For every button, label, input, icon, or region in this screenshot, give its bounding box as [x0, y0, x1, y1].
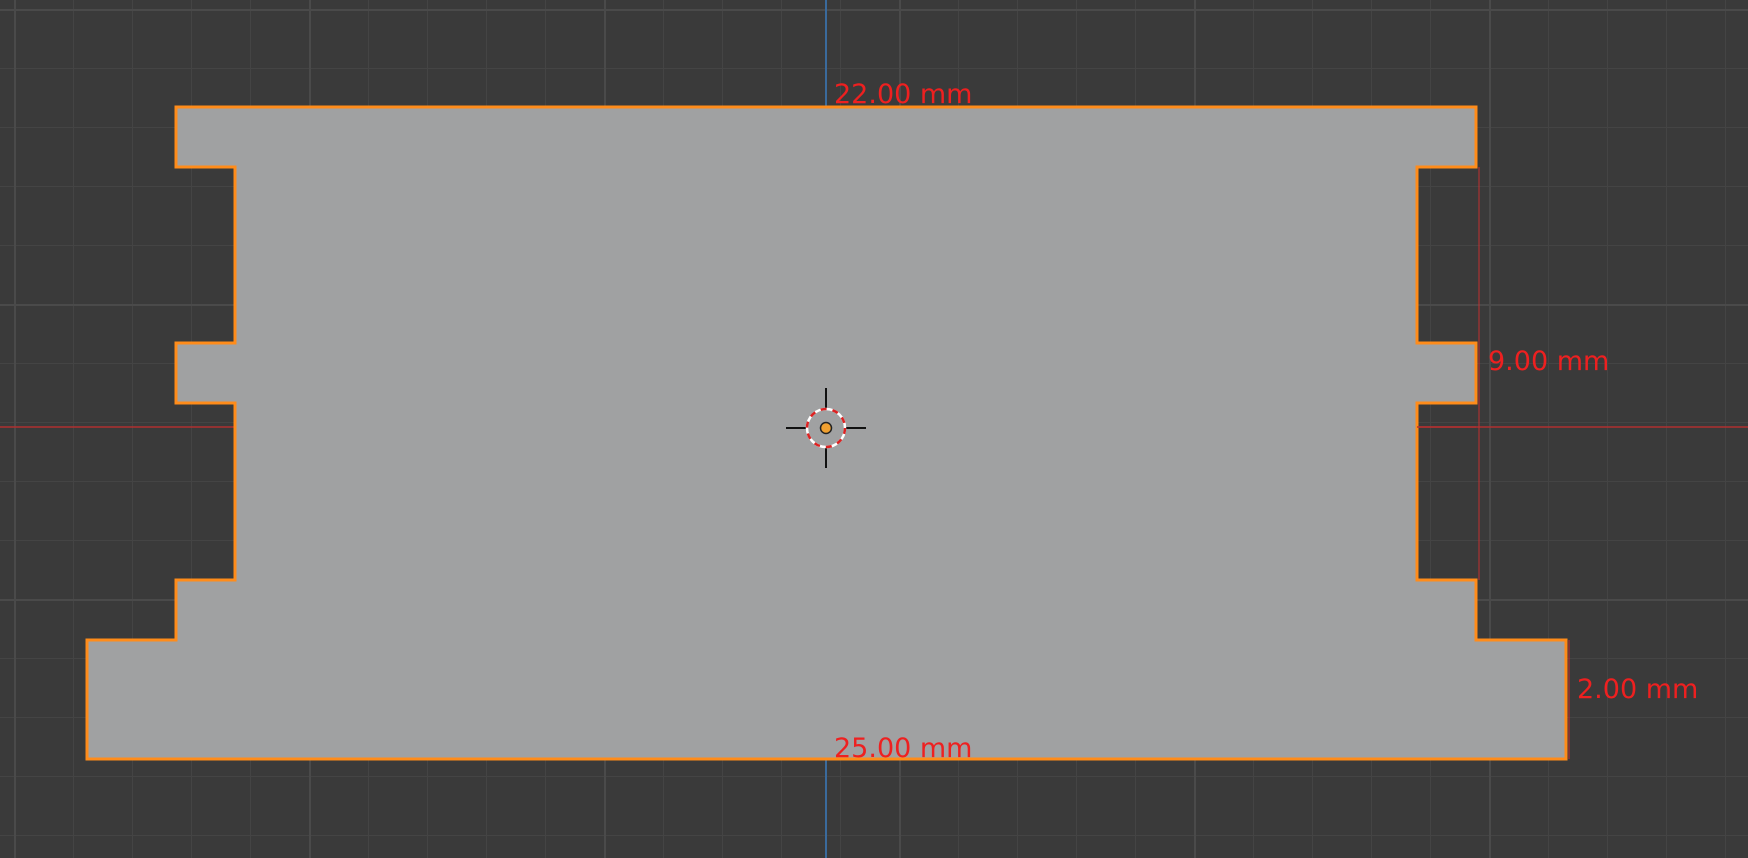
viewport-3d[interactable]: 22.00 mm 9.00 mm 2.00 mm 25.00 mm [0, 0, 1748, 858]
right-height-dimension: 9.00 mm [1488, 346, 1609, 377]
top-width-dimension: 22.00 mm [834, 79, 972, 110]
step-height-dimension: 2.00 mm [1577, 674, 1698, 705]
viewport-scene[interactable]: 22.00 mm 9.00 mm 2.00 mm 25.00 mm [0, 0, 1748, 858]
bottom-width-dimension: 25.00 mm [834, 733, 972, 764]
origin-dot-icon [819, 421, 833, 435]
